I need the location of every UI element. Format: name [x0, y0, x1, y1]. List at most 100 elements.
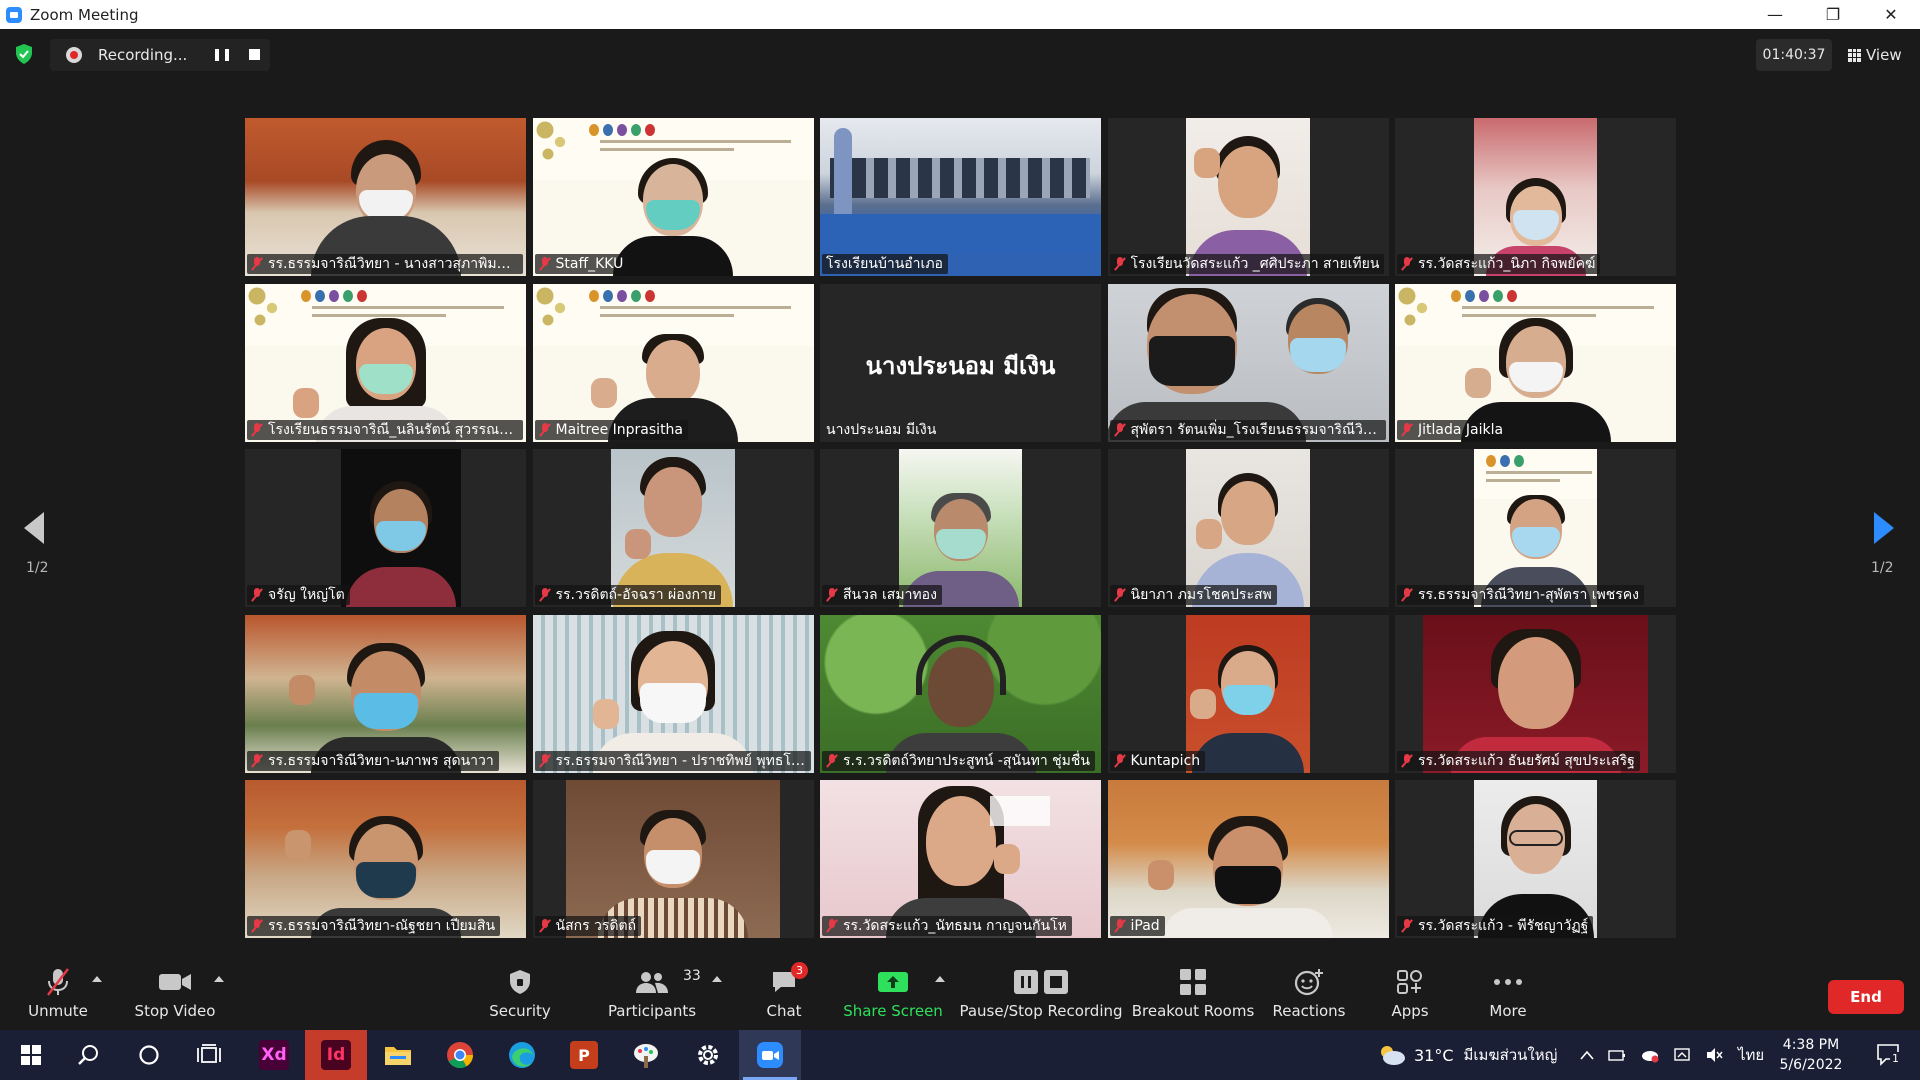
participant-video-tile[interactable]: รร.ธรรมจาริณีวิทยา - ปราชทิพย์ พุทธโคตร	[532, 614, 814, 773]
indesign-icon[interactable]: Id	[305, 1030, 367, 1080]
participant-video-tile[interactable]: Staff_KKU	[532, 118, 814, 276]
participant-video-tile[interactable]: Maitree Inprasitha	[532, 283, 814, 442]
previous-page-arrow-icon[interactable]	[24, 512, 48, 546]
settings-icon[interactable]	[677, 1030, 739, 1080]
audio-options-caret-icon[interactable]	[92, 976, 102, 982]
edge-icon[interactable]	[491, 1030, 553, 1080]
battery-icon[interactable]	[1608, 1048, 1626, 1062]
reactions-button[interactable]: Reactions	[1273, 966, 1345, 1026]
participant-video-tile[interactable]: สุพัตรา รัตนเพิ่ม_โรงเรียนธรรมจาริณีวิท.…	[1107, 283, 1389, 442]
participant-video-tile[interactable]: รร.วัดสระแก้ว_นิภา กิจพยัคฆ์	[1395, 118, 1676, 276]
participant-video-tile[interactable]: รร.ธรรมจาริณีวิทยา-สุพัตรา เพชรคง	[1395, 449, 1676, 607]
task-view-icon[interactable]	[178, 1030, 240, 1080]
cortana-icon[interactable]	[118, 1030, 180, 1080]
apps-button[interactable]: Apps	[1388, 966, 1432, 1026]
participant-video-tile[interactable]: รร.วรดิตถ์-อัจฉรา ผ่องกาย	[532, 449, 814, 607]
participant-video-tile[interactable]: สีนวล เสมาทอง	[820, 449, 1101, 607]
volume-muted-icon[interactable]	[1706, 1047, 1724, 1063]
participant-name: จรัญ ใหญ่โต	[268, 587, 345, 603]
powerpoint-icon[interactable]: P	[553, 1030, 615, 1080]
stop-recording-icon[interactable]	[249, 49, 260, 60]
minimize-button[interactable]: —	[1746, 0, 1804, 29]
participant-name-tag: Maitree Inprasitha	[534, 419, 689, 440]
system-tray: ไทย	[1580, 1030, 1764, 1080]
adobe-xd-icon[interactable]: Xd	[243, 1030, 305, 1080]
share-screen-icon	[878, 972, 908, 992]
view-button[interactable]: View	[1840, 39, 1912, 71]
chrome-icon[interactable]	[429, 1030, 491, 1080]
pause-recording-icon[interactable]	[215, 49, 229, 61]
participant-video-tile-active-speaker[interactable]: โรงเรียนบ้านอำเภอ	[820, 118, 1101, 276]
file-explorer-icon[interactable]	[367, 1030, 429, 1080]
participant-video-tile[interactable]: iPad	[1107, 780, 1389, 938]
apps-label: Apps	[1391, 1002, 1429, 1020]
participant-name-tag: ร.ร.วรดิตถ์วิทยาประสูทน์ -สุนันทา ชุ่มชื…	[822, 750, 1095, 771]
next-page-arrow-icon[interactable]	[1874, 512, 1898, 546]
gallery-view: รร.ธรรมจาริณีวิทยา - นางสาวสุภาพิมล... S…	[245, 118, 1676, 938]
participants-icon	[636, 972, 668, 993]
unmute-button[interactable]: Unmute	[26, 966, 90, 1026]
more-button[interactable]: More	[1486, 966, 1530, 1026]
participant-video-tile[interactable]: รร.ธรรมจาริณีวิทยา-นภาพร สุดนาวา	[245, 614, 526, 773]
participant-name: รร.วัดสระแก้ว - พีรัชญาวัฏฐ์	[1418, 918, 1589, 934]
paint-icon[interactable]	[615, 1030, 677, 1080]
network-icon[interactable]	[1674, 1047, 1692, 1063]
mic-muted-icon	[251, 422, 263, 437]
participant-video-tile[interactable]: รร.ธรรมจาริณีวิทยา-ณัฐชยา เปียมสิน	[245, 780, 526, 938]
stop-video-button[interactable]: Stop Video	[132, 966, 218, 1026]
participant-video-tile[interactable]: ร.ร.วรดิตถ์วิทยาประสูทน์ -สุนันทา ชุ่มชื…	[820, 614, 1101, 773]
participant-video-tile[interactable]: Kuntapich	[1107, 614, 1389, 773]
participant-video-tile[interactable]: Jitlada Jaikla	[1395, 283, 1676, 442]
input-language-indicator[interactable]: ไทย	[1738, 1043, 1764, 1067]
close-button[interactable]: ✕	[1862, 0, 1920, 29]
notifications-icon[interactable]: 1	[1858, 1030, 1920, 1080]
encryption-shield-icon[interactable]	[14, 43, 34, 65]
participant-name: นางประนอม มีเงิน	[826, 421, 937, 438]
participant-name-tag: สุพัตรา รัตนเพิ่ม_โรงเรียนธรรมจาริณีวิท.…	[1109, 419, 1386, 440]
security-button[interactable]: Security	[488, 966, 552, 1026]
clock-time: 4:38 PM	[1782, 1037, 1840, 1053]
search-icon[interactable]	[58, 1030, 120, 1080]
participant-video-tile[interactable]: จรัญ ใหญ่โต	[245, 449, 526, 607]
pause-stop-recording-button[interactable]: Pause/Stop Recording	[959, 966, 1123, 1026]
restore-button[interactable]: ❐	[1804, 0, 1862, 29]
start-icon[interactable]	[0, 1030, 62, 1080]
participant-name-tag: นิยาภา ภมรโชคประสพ	[1109, 585, 1277, 605]
participant-video-tile[interactable]: รร.วัดสระแก้ว ธันยรัศม์ สุขประเสริฐ	[1395, 614, 1676, 773]
participant-video	[1186, 614, 1310, 773]
participant-video-tile[interactable]: รร.วัดสระแก้ว - พีรัชญาวัฏฐ์	[1395, 780, 1676, 938]
participant-video-tile[interactable]: โรงเรียนวัดสระแก้ว _ศศิประภา สายเทียน	[1107, 118, 1389, 276]
participant-video	[532, 118, 814, 276]
video-camera-icon	[159, 974, 191, 990]
pause-stop-recording-label: Pause/Stop Recording	[959, 1002, 1123, 1020]
participant-name-tag: รร.วัดสระแก้ว ธันยรัศม์ สุขประเสริฐ	[1397, 750, 1640, 771]
participant-video-tile[interactable]: รร.วัดสระแก้ว_นัทธมน กาญจนกันโห	[820, 780, 1101, 938]
participant-video-tile[interactable]: รร.ธรรมจาริณีวิทยา - นางสาวสุภาพิมล...	[245, 118, 526, 276]
zoom-icon[interactable]	[739, 1030, 801, 1080]
participant-video-tile[interactable]: นัสกร วรดิตถ์	[532, 780, 814, 938]
weather-widget[interactable]: 31°C มีเมฆส่วนใหญ่	[1378, 1030, 1557, 1080]
share-options-caret-icon[interactable]	[935, 976, 945, 982]
participant-name: โรงเรียนบ้านอำเภอ	[826, 256, 943, 272]
window-title: Zoom Meeting	[30, 5, 139, 24]
chat-button[interactable]: 3 Chat	[764, 962, 808, 1026]
breakout-rooms-button[interactable]: Breakout Rooms	[1132, 966, 1254, 1026]
page-indicator-left: 1/2	[26, 560, 49, 576]
tray-overflow-chevron-icon[interactable]	[1580, 1050, 1594, 1060]
end-meeting-button[interactable]: End	[1828, 980, 1904, 1014]
participants-button[interactable]: 33 Participants	[608, 966, 701, 1026]
participant-video	[340, 449, 462, 607]
video-options-caret-icon[interactable]	[214, 976, 224, 982]
taskbar-clock[interactable]: 4:38 PM 5/6/2022	[1766, 1035, 1856, 1075]
participant-name: รร.วัดสระแก้ว ธันยรัศม์ สุขประเสริฐ	[1418, 752, 1635, 769]
participants-options-caret-icon[interactable]	[712, 976, 722, 982]
share-screen-button[interactable]: Share Screen	[843, 966, 943, 1026]
onedrive-icon[interactable]	[1640, 1047, 1660, 1063]
participant-display-name: นางประนอม มีเงิน	[865, 350, 1056, 380]
chat-label: Chat	[766, 1002, 802, 1020]
more-ellipsis-icon	[1494, 979, 1522, 985]
participant-video-off-tile[interactable]: นางประนอม มีเงิน นางประนอม มีเงิน	[820, 283, 1101, 442]
participant-video-tile[interactable]: นิยาภา ภมรโชคประสพ	[1107, 449, 1389, 607]
participant-video-tile[interactable]: โรงเรียนธรรมจาริณี_นลินรัตน์ สุวรรณปร...	[245, 283, 526, 442]
participant-name: รร.ธรรมจาริณีวิทยา-ณัฐชยา เปียมสิน	[268, 918, 496, 934]
